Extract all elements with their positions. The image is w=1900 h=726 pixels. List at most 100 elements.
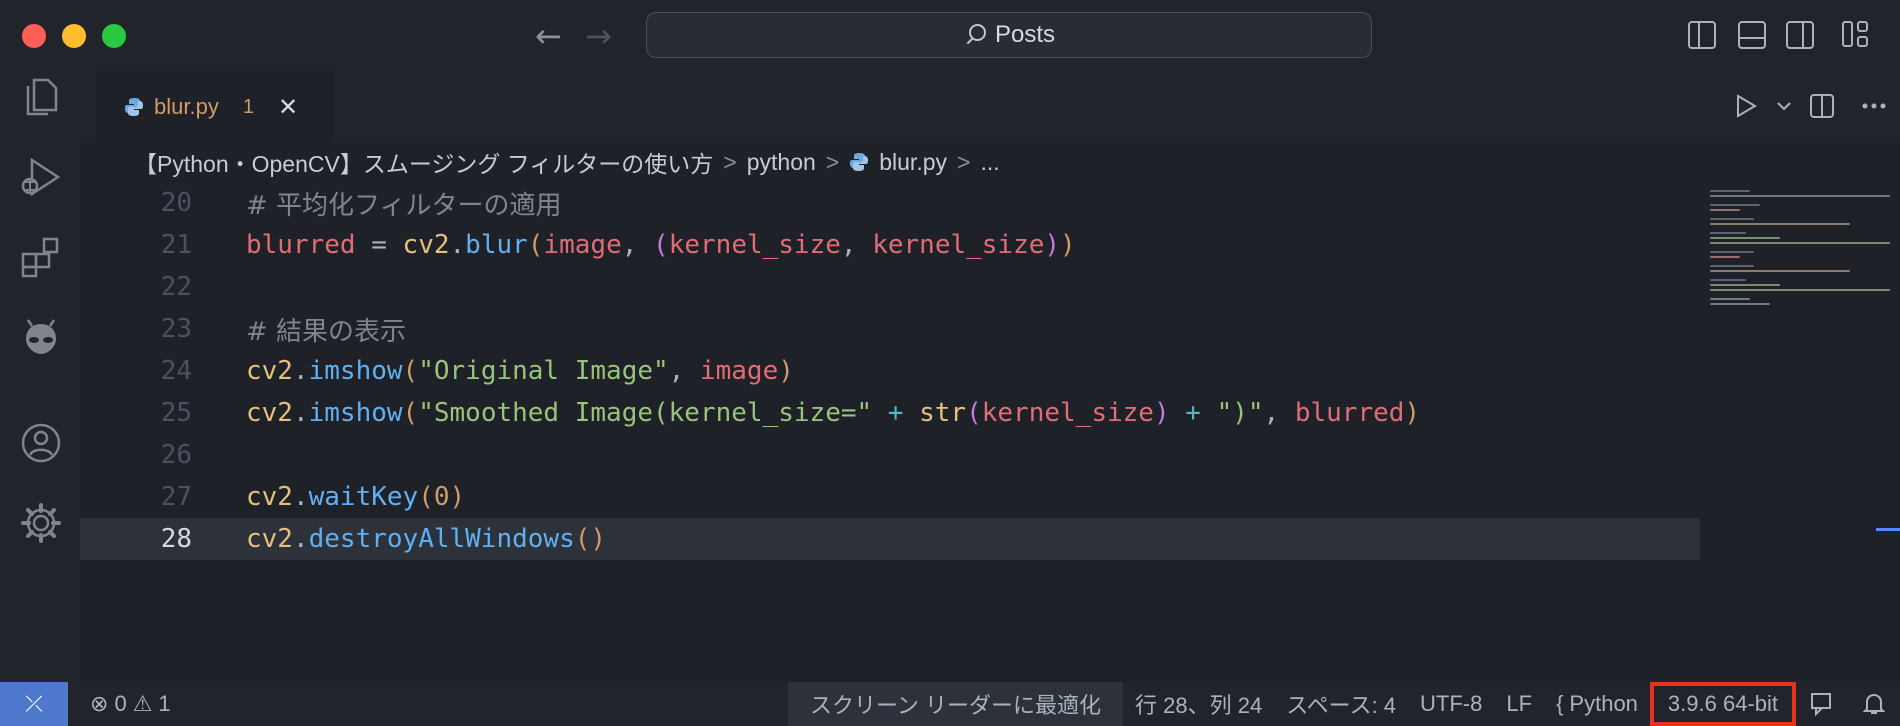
token: , bbox=[840, 230, 873, 260]
search-icon bbox=[963, 24, 986, 46]
line-number: 21 bbox=[160, 230, 192, 260]
line-number: 23 bbox=[160, 314, 192, 344]
token: blurred bbox=[1294, 398, 1405, 428]
breadcrumb-separator: > bbox=[723, 148, 737, 175]
warning-triangle-icon: ⚠ bbox=[132, 691, 153, 716]
token: "Original Image" bbox=[418, 356, 669, 386]
screen-reader-optimized[interactable]: スクリーン リーダーに最適化 bbox=[788, 682, 1124, 726]
extensions-icon[interactable] bbox=[20, 236, 62, 278]
token: ( bbox=[402, 356, 419, 386]
minimap[interactable] bbox=[1706, 182, 1900, 682]
customize-layout-icon[interactable] bbox=[1842, 21, 1870, 49]
token: kernel_size bbox=[981, 398, 1154, 428]
breadcrumb-more[interactable]: ... bbox=[980, 149, 999, 176]
code-line-28-current: 28 cv2.destroyAllWindows() bbox=[80, 518, 1700, 560]
token: cv2 bbox=[402, 230, 450, 260]
token: blurred bbox=[246, 230, 356, 260]
problems-indicator[interactable]: ⊗ 0 ⚠ 1 bbox=[78, 682, 183, 726]
alien-extension-icon[interactable] bbox=[20, 316, 62, 358]
toggle-secondary-sidebar-icon[interactable] bbox=[1786, 21, 1814, 49]
token: , bbox=[668, 356, 700, 386]
close-window-button[interactable] bbox=[22, 24, 46, 48]
feedback-icon[interactable] bbox=[1796, 682, 1848, 726]
token: image bbox=[543, 230, 622, 260]
forward-arrow-icon[interactable]: → bbox=[585, 16, 612, 56]
warning-count: 1 bbox=[158, 691, 171, 716]
token: , bbox=[1263, 398, 1295, 428]
token: ) bbox=[1404, 398, 1421, 428]
token: imshow bbox=[308, 356, 403, 386]
settings-gear-icon[interactable] bbox=[20, 502, 62, 544]
end-of-line[interactable]: LF bbox=[1494, 682, 1544, 726]
language-mode[interactable]: { Python bbox=[1544, 682, 1650, 726]
toggle-primary-sidebar-icon[interactable] bbox=[1688, 21, 1716, 49]
remote-window-icon[interactable]: ⤫ bbox=[0, 682, 68, 726]
code-line-25: 25 cv2.imshow("Smoothed Image(kernel_siz… bbox=[80, 392, 1700, 434]
token: ( bbox=[527, 230, 544, 260]
token: . bbox=[292, 356, 309, 386]
code-line-23: 23 # 結果の表示 bbox=[80, 308, 1700, 350]
token: blur bbox=[465, 230, 528, 260]
run-options-chevron-down-icon[interactable] bbox=[1772, 86, 1796, 126]
breadcrumb-folder[interactable]: 【Python・OpenCV】スムージング フィルターの使い方 bbox=[134, 145, 713, 179]
indentation[interactable]: スペース: 4 bbox=[1274, 682, 1408, 726]
token: cv2 bbox=[246, 356, 293, 386]
tab-close-icon[interactable]: ✕ bbox=[278, 93, 298, 121]
command-center-label: Posts bbox=[994, 21, 1056, 48]
line-number: 26 bbox=[160, 440, 192, 470]
token: + bbox=[1169, 398, 1217, 428]
token: ) bbox=[1044, 230, 1061, 260]
minimize-window-button[interactable] bbox=[62, 24, 86, 48]
token: () bbox=[574, 524, 607, 554]
breadcrumb-file[interactable]: blur.py bbox=[879, 149, 947, 176]
token: ")" bbox=[1216, 398, 1264, 428]
cursor-position[interactable]: 行 28、列 24 bbox=[1123, 682, 1274, 726]
token: cv2 bbox=[246, 524, 293, 554]
token: ( bbox=[402, 398, 419, 428]
notifications-bell-icon[interactable] bbox=[1848, 682, 1900, 726]
token: ( bbox=[653, 230, 669, 260]
line-number: 28 bbox=[160, 524, 192, 554]
token: , bbox=[621, 230, 654, 260]
token: image bbox=[699, 356, 779, 386]
token: str bbox=[919, 398, 967, 428]
explorer-files-icon[interactable] bbox=[20, 76, 62, 118]
token: . bbox=[292, 482, 309, 512]
token: ) bbox=[778, 356, 794, 386]
token: waitKey bbox=[308, 482, 419, 512]
editor-actions bbox=[1720, 70, 1900, 142]
token: 0 bbox=[433, 482, 450, 512]
token: cv2 bbox=[246, 398, 293, 428]
python-file-icon bbox=[850, 153, 869, 171]
token: ) bbox=[449, 482, 466, 512]
error-circle-icon: ⊗ bbox=[90, 691, 109, 716]
toggle-panel-icon[interactable] bbox=[1738, 21, 1766, 49]
file-encoding[interactable]: UTF-8 bbox=[1408, 682, 1494, 726]
split-editor-icon[interactable] bbox=[1796, 86, 1848, 126]
account-icon[interactable] bbox=[20, 422, 62, 464]
breadcrumb-subfolder[interactable]: python bbox=[747, 149, 816, 176]
line-number: 24 bbox=[160, 356, 192, 386]
run-and-debug-icon[interactable] bbox=[20, 156, 62, 198]
tab-blur-py[interactable]: blur.py 1 ✕ bbox=[96, 70, 334, 142]
title-bar: ← → Posts bbox=[0, 0, 1900, 70]
maximize-window-button[interactable] bbox=[102, 24, 126, 48]
token: kernel_size bbox=[872, 230, 1045, 260]
token: . bbox=[449, 230, 466, 260]
breadcrumb-separator: > bbox=[957, 148, 971, 175]
code-line-22: 22 bbox=[80, 266, 1700, 308]
back-arrow-icon[interactable]: ← bbox=[535, 16, 562, 56]
code-line-21: 21 blurred = cv2.blur(image, (kernel_siz… bbox=[80, 224, 1700, 266]
token: "Smoothed Image(kernel_size=" bbox=[418, 398, 873, 428]
token: ) bbox=[1060, 230, 1076, 260]
status-bar: ⤫ ⊗ 0 ⚠ 1 スクリーン リーダーに最適化 行 28、列 24 スペース:… bbox=[0, 682, 1900, 726]
line-number: 27 bbox=[160, 482, 192, 512]
braces-icon: { bbox=[1556, 691, 1564, 716]
python-interpreter[interactable]: 3.9.6 64-bit bbox=[1649, 682, 1796, 726]
command-center-search[interactable]: Posts bbox=[646, 12, 1372, 58]
line-number: 25 bbox=[160, 398, 192, 428]
more-actions-icon[interactable] bbox=[1848, 86, 1900, 126]
run-python-file-icon[interactable] bbox=[1720, 86, 1772, 126]
code-editor[interactable]: 20 # 平均化フィルターの適用 21 blurred = cv2.blur(i… bbox=[80, 182, 1700, 682]
token: . bbox=[292, 398, 309, 428]
